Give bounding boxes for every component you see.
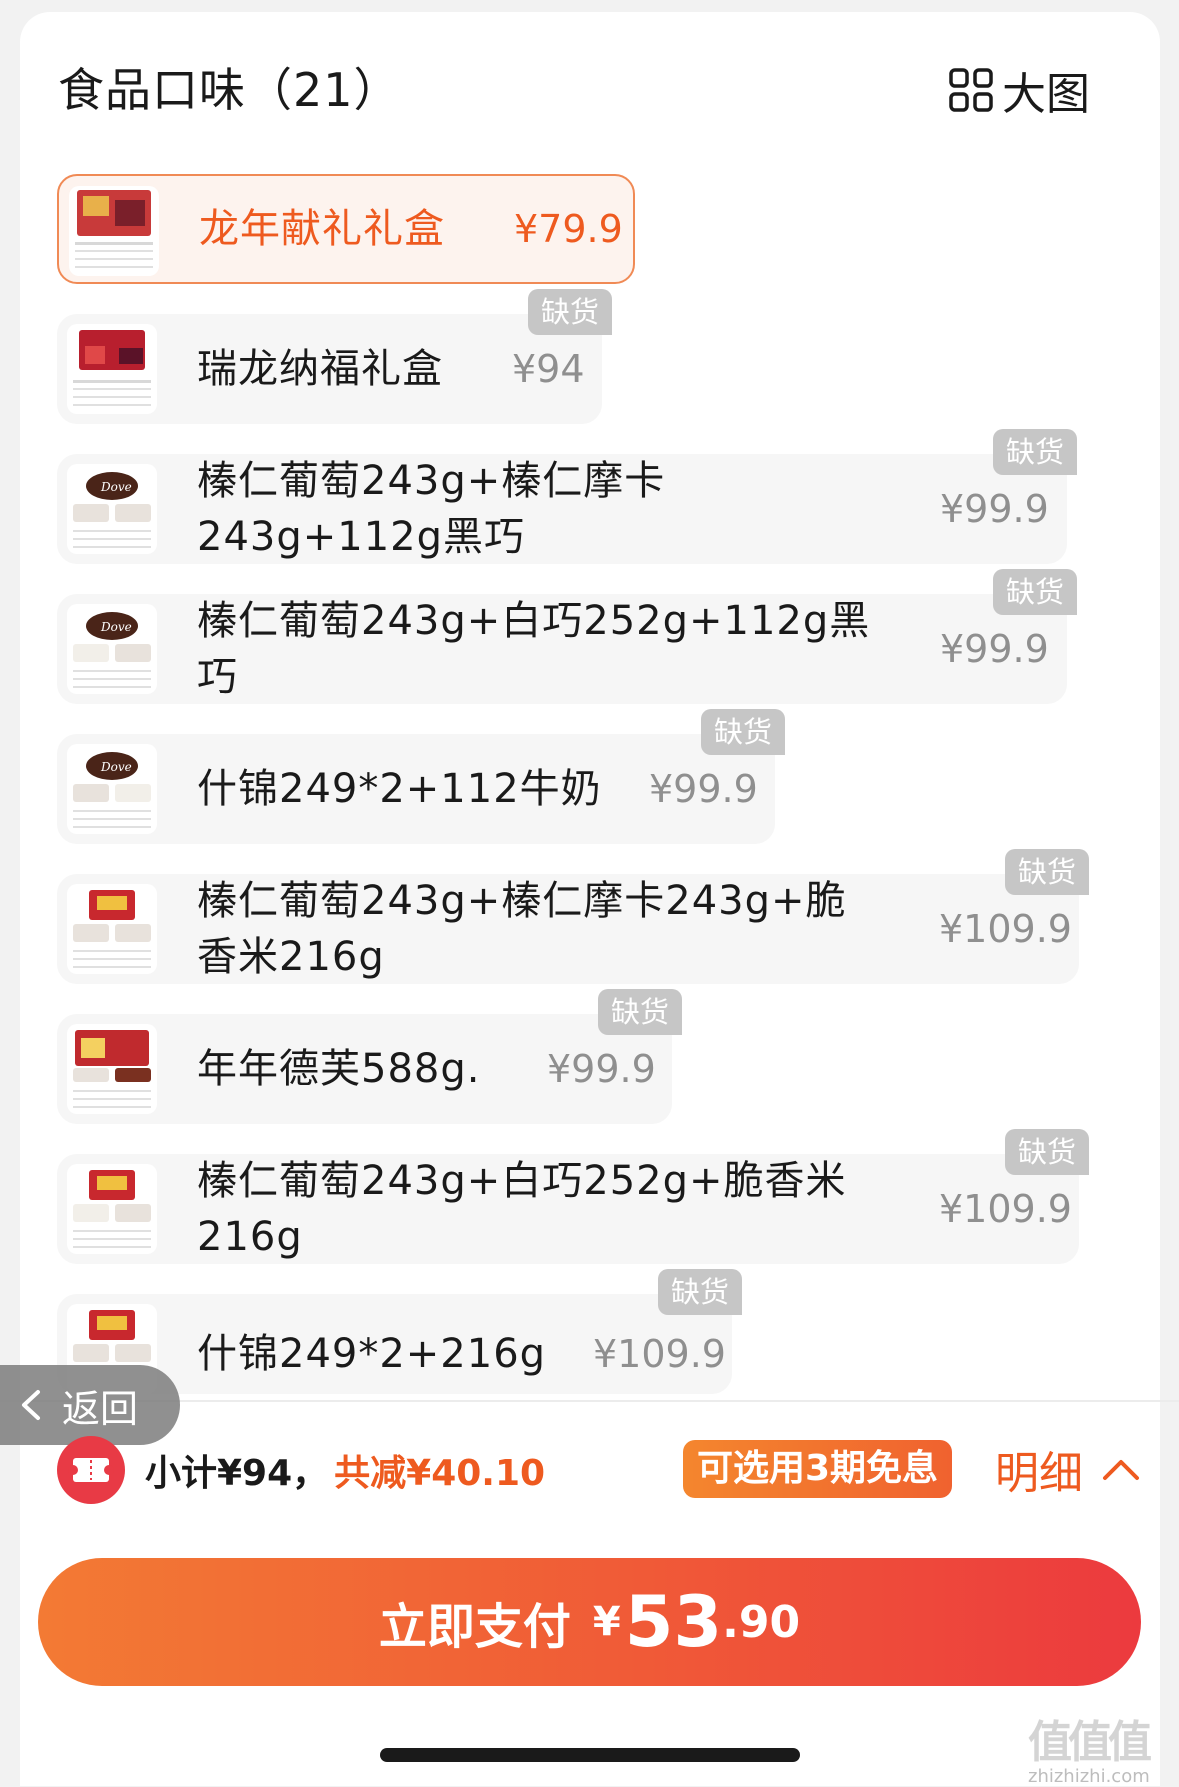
option-price: ¥79.9	[514, 207, 623, 251]
chevron-up-icon	[1103, 1460, 1139, 1480]
pay-label: 立即支付	[378, 1599, 571, 1655]
option-price: ¥109.9	[939, 907, 1072, 951]
option-item[interactable]: Dove 榛仁葡萄243g+白巧252g+112g黑 巧 ¥99.9 缺货	[57, 569, 1077, 704]
option-name: 榛仁葡萄243g+白巧252g+脆香米 216g	[197, 1158, 847, 1260]
out-of-stock-badge: 缺货	[992, 569, 1077, 615]
option-name: 年年德芙588g.	[197, 1046, 481, 1092]
grid-icon	[949, 68, 993, 112]
pay-currency: ¥	[592, 1599, 621, 1645]
product-thumbnail: Dove	[67, 464, 157, 554]
option-price: ¥94	[512, 347, 585, 391]
svg-text:Dove: Dove	[100, 620, 132, 634]
pay-amount-integer: 53	[624, 1581, 723, 1663]
detail-label: 明细	[995, 1448, 1083, 1499]
option-item[interactable]: Dove 什锦249*2+112牛奶 ¥99.9 缺货	[57, 709, 785, 844]
back-label: 返回	[62, 1386, 139, 1431]
option-item[interactable]: 瑞龙纳福礼盒 ¥94 缺货	[57, 289, 612, 424]
option-price: ¥99.9	[649, 767, 758, 811]
pay-now-button[interactable]: 立即支付 ¥ 53 .90	[38, 1558, 1141, 1686]
out-of-stock-badge: 缺货	[700, 709, 785, 755]
product-thumbnail: Dove	[67, 744, 157, 834]
discount-text: 共减¥40.10	[334, 1453, 546, 1494]
option-price: ¥109.9	[939, 1187, 1072, 1231]
price-summary: 小计¥94， 共减¥40.10	[57, 1436, 546, 1504]
option-item[interactable]: 榛仁葡萄243g+榛仁摩卡243g+脆 香米216g ¥109.9 缺货	[57, 849, 1089, 984]
big-view-toggle[interactable]: 大图	[948, 55, 1090, 125]
chevron-left-icon	[22, 1390, 40, 1420]
product-thumbnail	[67, 884, 157, 974]
product-thumbnail	[69, 186, 159, 276]
option-name: 榛仁葡萄243g+榛仁摩卡 243g+112g黑巧	[197, 458, 666, 560]
option-name: 什锦249*2+112牛奶	[197, 766, 602, 812]
option-name: 什锦249*2+216g	[197, 1331, 547, 1377]
out-of-stock-badge: 缺货	[1004, 849, 1089, 895]
big-view-label: 大图	[1002, 69, 1090, 120]
product-thumbnail	[67, 324, 157, 414]
product-thumbnail	[67, 1164, 157, 1254]
watermark-logo: 值值值	[1028, 1717, 1152, 1768]
option-name: 龙年献礼礼盒	[199, 206, 445, 252]
option-item[interactable]: Dove 榛仁葡萄243g+榛仁摩卡 243g+112g黑巧 ¥99.9 缺货	[57, 429, 1077, 564]
watermark-url: zhizhizhi.com	[1028, 1766, 1150, 1787]
pay-amount-decimal: .90	[722, 1596, 801, 1648]
option-item[interactable]: 榛仁葡萄243g+白巧252g+脆香米 216g ¥109.9 缺货	[57, 1129, 1089, 1264]
out-of-stock-badge: 缺货	[992, 429, 1077, 475]
option-name: 榛仁葡萄243g+榛仁摩卡243g+脆 香米216g	[197, 878, 847, 980]
option-name: 榛仁葡萄243g+白巧252g+112g黑 巧	[197, 598, 871, 700]
option-price: ¥109.9	[593, 1332, 726, 1376]
option-name: 瑞龙纳福礼盒	[197, 346, 443, 392]
option-item[interactable]: 年年德芙588g. ¥99.9 缺货	[57, 989, 682, 1124]
option-price: ¥99.9	[940, 487, 1049, 531]
out-of-stock-badge: 缺货	[527, 289, 612, 335]
detail-toggle[interactable]: 明细	[995, 1436, 1141, 1502]
product-thumbnail	[67, 1024, 157, 1114]
product-thumbnail: Dove	[67, 604, 157, 694]
back-button[interactable]: 返回	[0, 1365, 180, 1445]
sku-header: 食品口味（21） 大图	[38, 55, 1118, 125]
option-price: ¥99.9	[547, 1047, 656, 1091]
svg-text:Dove: Dove	[100, 480, 132, 494]
section-title: 食品口味（21）	[58, 63, 401, 117]
option-price: ¥99.9	[940, 627, 1049, 671]
installment-badge[interactable]: 可选用3期免息	[683, 1440, 953, 1498]
out-of-stock-badge: 缺货	[657, 1269, 742, 1315]
watermark: 值值值 zhizhizhi.com	[1028, 1706, 1178, 1787]
svg-text:Dove: Dove	[100, 760, 132, 774]
out-of-stock-badge: 缺货	[597, 989, 682, 1035]
home-indicator	[380, 1748, 800, 1762]
option-item[interactable]: 龙年献礼礼盒 ¥79.9	[57, 174, 635, 284]
coupon-icon	[57, 1436, 125, 1504]
out-of-stock-badge: 缺货	[1004, 1129, 1089, 1175]
subtotal-text: 小计¥94，	[145, 1453, 329, 1494]
